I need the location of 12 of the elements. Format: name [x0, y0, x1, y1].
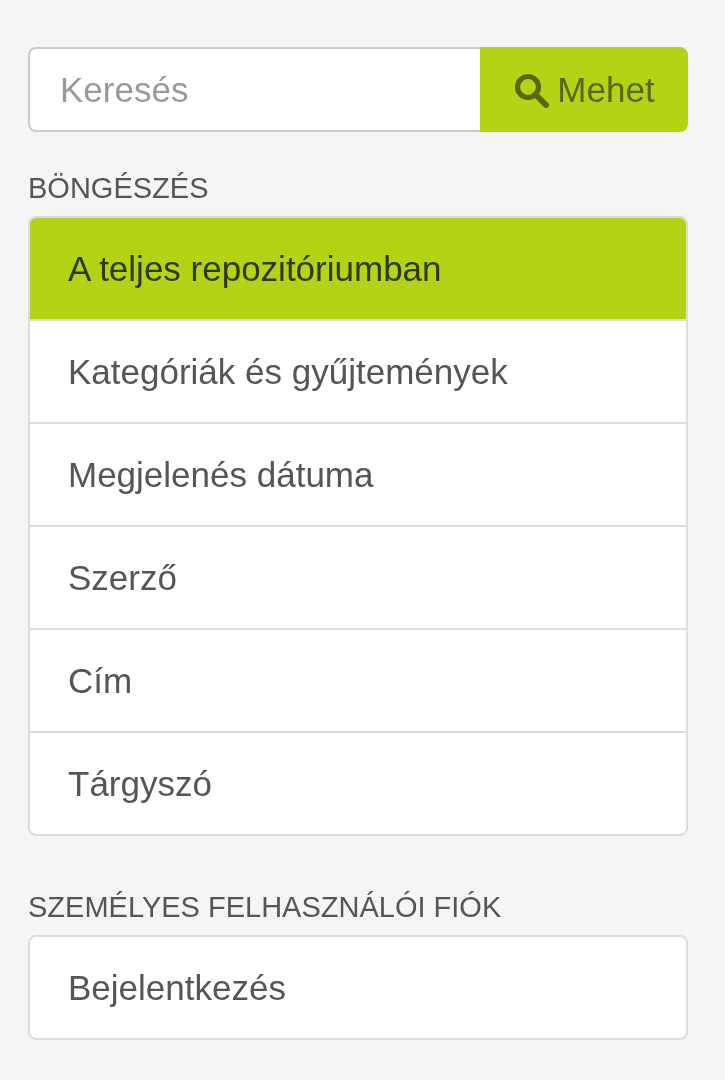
list-item[interactable]: Megjelenés dátuma: [30, 422, 686, 525]
list-item[interactable]: Bejelentkezés: [30, 937, 686, 1038]
search-icon: [513, 71, 550, 108]
list-item[interactable]: A teljes repozitóriumban: [30, 218, 686, 319]
section-heading: BÖNGÉSZÉS: [28, 172, 210, 204]
search-button[interactable]: Mehet: [480, 47, 688, 132]
list-item[interactable]: Tárgyszó: [30, 731, 686, 834]
list-item[interactable]: Cím: [30, 628, 686, 731]
section-heading: SZEMÉLYES FELHASZNÁLÓI FIÓK: [28, 891, 503, 923]
list-item[interactable]: Kategóriák és gyűjtemények: [30, 319, 686, 422]
search-field[interactable]: Keresés: [28, 47, 480, 132]
list-item[interactable]: Szerző: [30, 525, 686, 628]
